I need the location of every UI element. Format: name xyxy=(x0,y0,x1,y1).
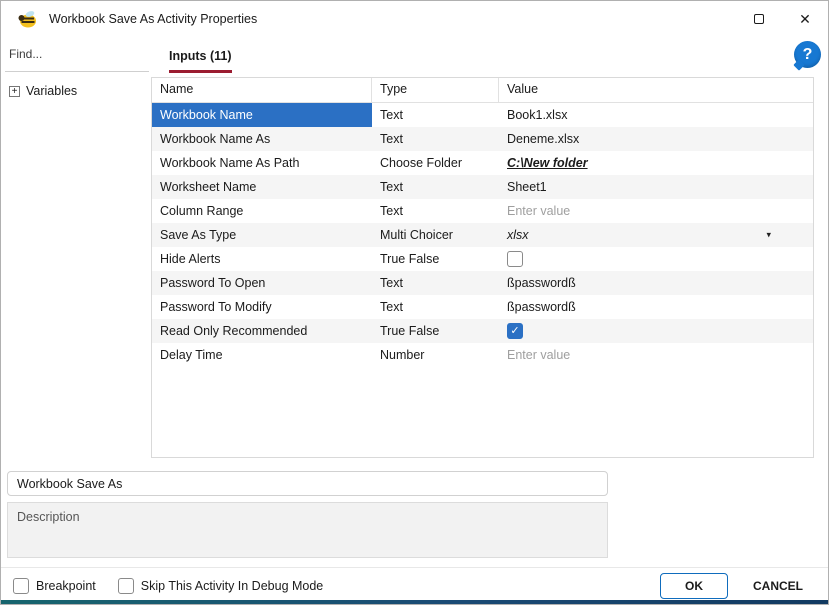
row-value: Enter value xyxy=(499,343,813,367)
tab-inputs-label: Inputs (11) xyxy=(169,49,232,63)
row-name[interactable]: Read Only Recommended xyxy=(152,319,372,343)
row-value: Enter value xyxy=(499,199,813,223)
table-row[interactable]: Delay TimeNumber Enter value xyxy=(152,343,813,367)
table-header-value: Value xyxy=(499,78,813,102)
table-row[interactable]: Workbook NameText Book1.xlsx xyxy=(152,103,813,127)
folder-path-link[interactable]: C:\New folder xyxy=(507,156,588,170)
row-type: Text xyxy=(372,295,499,319)
row-type: Text xyxy=(372,271,499,295)
row-value: Book1.xlsx xyxy=(499,103,813,127)
table-header-type: Type xyxy=(372,78,499,102)
titlebar: Workbook Save As Activity Properties ✕ xyxy=(1,1,828,37)
window-controls: ✕ xyxy=(736,1,828,37)
table-row[interactable]: Workbook Name AsText Deneme.xlsx xyxy=(152,127,813,151)
row-type: True False xyxy=(372,319,499,343)
row-value: ✓ xyxy=(499,319,813,343)
window-title: Workbook Save As Activity Properties xyxy=(49,12,257,26)
row-value: Sheet1 xyxy=(499,175,813,199)
row-type: Text xyxy=(372,199,499,223)
skip-debug-option[interactable]: Skip This Activity In Debug Mode xyxy=(118,578,324,594)
row-name[interactable]: Worksheet Name xyxy=(152,175,372,199)
find-input[interactable]: Find... xyxy=(5,43,149,72)
row-value: xlsx ▾ xyxy=(499,223,813,247)
skip-debug-label: Skip This Activity In Debug Mode xyxy=(141,579,324,593)
dropdown-selected-value[interactable]: xlsx xyxy=(507,228,529,242)
breakpoint-option[interactable]: Breakpoint xyxy=(13,578,96,594)
row-type: Multi Choicer xyxy=(372,223,499,247)
sidebar-item-variables[interactable]: + Variables xyxy=(5,84,149,98)
properties-table: Name Type Value Workbook NameTextBook1.x… xyxy=(151,77,814,458)
description-field[interactable]: Description xyxy=(7,502,608,558)
help-button[interactable]: ? xyxy=(794,41,821,68)
table-row[interactable]: Workbook Name As PathChoose Folder C:\New… xyxy=(152,151,813,175)
value-text[interactable]: Sheet1 xyxy=(507,180,547,194)
dialog-window: Workbook Save As Activity Properties ✕ ?… xyxy=(0,0,829,605)
row-type: True False xyxy=(372,247,499,271)
table-row[interactable]: Password To OpenText ßpasswordß xyxy=(152,271,813,295)
table-header-name: Name xyxy=(152,78,372,102)
row-name[interactable]: Column Range xyxy=(152,199,372,223)
cancel-button[interactable]: CANCEL xyxy=(740,573,816,599)
row-value: Deneme.xlsx xyxy=(499,127,813,151)
app-bee-icon xyxy=(17,9,38,30)
footer-bar: Breakpoint Skip This Activity In Debug M… xyxy=(1,567,828,603)
table-row[interactable]: Hide AlertsTrue False xyxy=(152,247,813,271)
ok-button[interactable]: OK xyxy=(660,573,728,599)
row-name[interactable]: Password To Modify xyxy=(152,295,372,319)
row-name[interactable]: Workbook Name xyxy=(152,103,372,127)
value-text[interactable]: ßpasswordß xyxy=(507,276,576,290)
table-row[interactable]: Column RangeText Enter value xyxy=(152,199,813,223)
row-name[interactable]: Password To Open xyxy=(152,271,372,295)
row-name[interactable]: Workbook Name As Path xyxy=(152,151,372,175)
row-value: C:\New folder xyxy=(499,151,813,175)
value-text[interactable]: ßpasswordß xyxy=(507,300,576,314)
left-panel: Find... + Variables xyxy=(5,43,149,98)
value-text[interactable]: Deneme.xlsx xyxy=(507,132,579,146)
brand-strip xyxy=(1,600,828,604)
row-type: Text xyxy=(372,127,499,151)
variables-label: Variables xyxy=(26,84,77,98)
row-value: ßpasswordß xyxy=(499,271,813,295)
row-value: ßpasswordß xyxy=(499,295,813,319)
activity-name-input[interactable] xyxy=(7,471,608,496)
skip-debug-checkbox[interactable] xyxy=(118,578,134,594)
table-body: Workbook NameTextBook1.xlsxWorkbook Name… xyxy=(152,103,813,367)
maximize-icon xyxy=(754,14,764,24)
help-icon: ? xyxy=(803,46,813,64)
maximize-button[interactable] xyxy=(736,1,782,37)
breakpoint-label: Breakpoint xyxy=(36,579,96,593)
table-row[interactable]: Worksheet NameText Sheet1 xyxy=(152,175,813,199)
expand-plus-icon[interactable]: + xyxy=(9,86,20,97)
table-row[interactable]: Save As TypeMulti Choicer xlsx ▾ xyxy=(152,223,813,247)
row-type: Text xyxy=(372,175,499,199)
dropdown-caret-icon[interactable]: ▾ xyxy=(766,230,771,241)
dialog-buttons: OK CANCEL xyxy=(660,573,816,599)
row-type: Text xyxy=(372,103,499,127)
value-checkbox-unchecked[interactable] xyxy=(507,251,523,267)
table-row[interactable]: Read Only RecommendedTrue False ✓ xyxy=(152,319,813,343)
value-text[interactable]: Book1.xlsx xyxy=(507,108,567,122)
close-icon: ✕ xyxy=(799,12,811,26)
breakpoint-checkbox[interactable] xyxy=(13,578,29,594)
row-value xyxy=(499,247,813,271)
row-name[interactable]: Delay Time xyxy=(152,343,372,367)
close-button[interactable]: ✕ xyxy=(782,1,828,37)
row-type: Number xyxy=(372,343,499,367)
value-placeholder[interactable]: Enter value xyxy=(507,348,570,362)
table-header: Name Type Value xyxy=(152,78,813,103)
row-name[interactable]: Workbook Name As xyxy=(152,127,372,151)
value-checkbox-checked[interactable]: ✓ xyxy=(507,323,523,339)
row-name[interactable]: Save As Type xyxy=(152,223,372,247)
value-placeholder[interactable]: Enter value xyxy=(507,204,570,218)
row-type: Choose Folder xyxy=(372,151,499,175)
row-name[interactable]: Hide Alerts xyxy=(152,247,372,271)
table-row[interactable]: Password To ModifyText ßpasswordß xyxy=(152,295,813,319)
tab-inputs[interactable]: Inputs (11) xyxy=(169,49,232,73)
